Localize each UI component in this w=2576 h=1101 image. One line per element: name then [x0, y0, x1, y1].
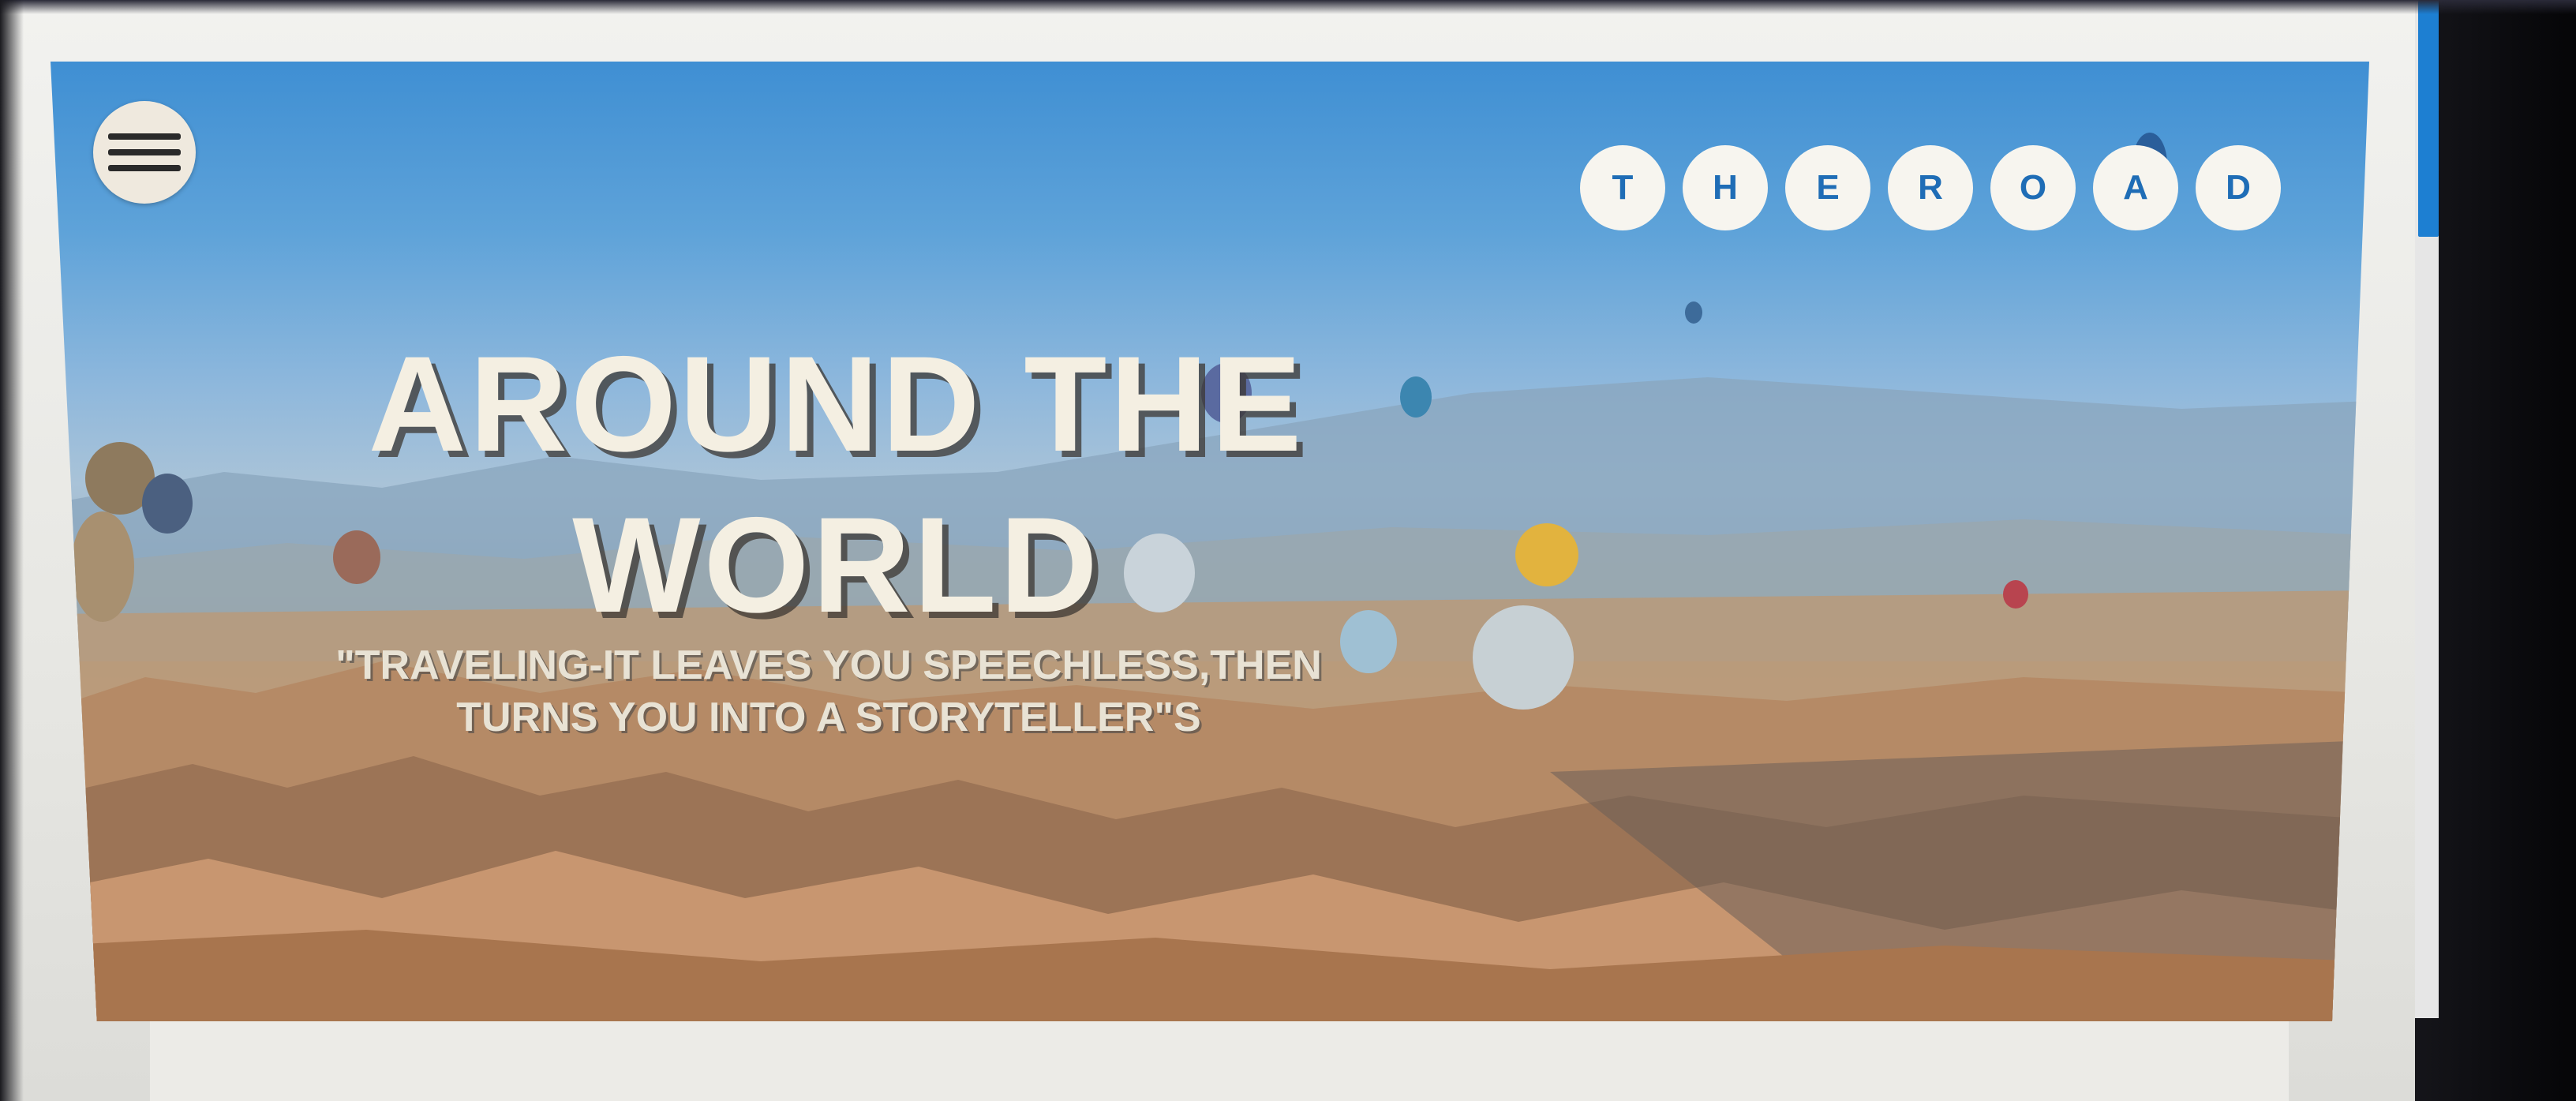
- logo-letter-r: R: [1888, 145, 1973, 230]
- hamburger-menu-button[interactable]: [93, 101, 196, 204]
- site-logo[interactable]: T H E R O A D: [1580, 145, 2281, 234]
- logo-letter-t: T: [1580, 145, 1665, 230]
- hero-quote: "TRAVELING-IT LEAVES YOU SPEECHLESS,THEN…: [335, 642, 1322, 740]
- hamburger-bar: [108, 149, 181, 155]
- logo-letter-h: H: [1683, 145, 1768, 230]
- logo-letter-o: O: [1990, 145, 2076, 230]
- hamburger-menu-icon: [108, 133, 181, 140]
- photo-frame: T H E R O A D AROUND THE WORLD "TRAVELIN…: [0, 0, 2576, 1101]
- photo-left-shadow: [0, 0, 24, 1101]
- logo-letter-e: E: [1785, 145, 1870, 230]
- page-content-strip: [150, 1021, 2289, 1101]
- hero-headline: AROUND THE WORLD: [368, 328, 1305, 641]
- logo-letter-d: D: [2196, 145, 2281, 230]
- hamburger-bar: [108, 165, 181, 171]
- photo-top-shadow: [0, 0, 2576, 14]
- monitor-edge: [2415, 0, 2576, 1101]
- scrollbar-thumb[interactable]: [2418, 0, 2439, 237]
- logo-letter-a: A: [2093, 145, 2178, 230]
